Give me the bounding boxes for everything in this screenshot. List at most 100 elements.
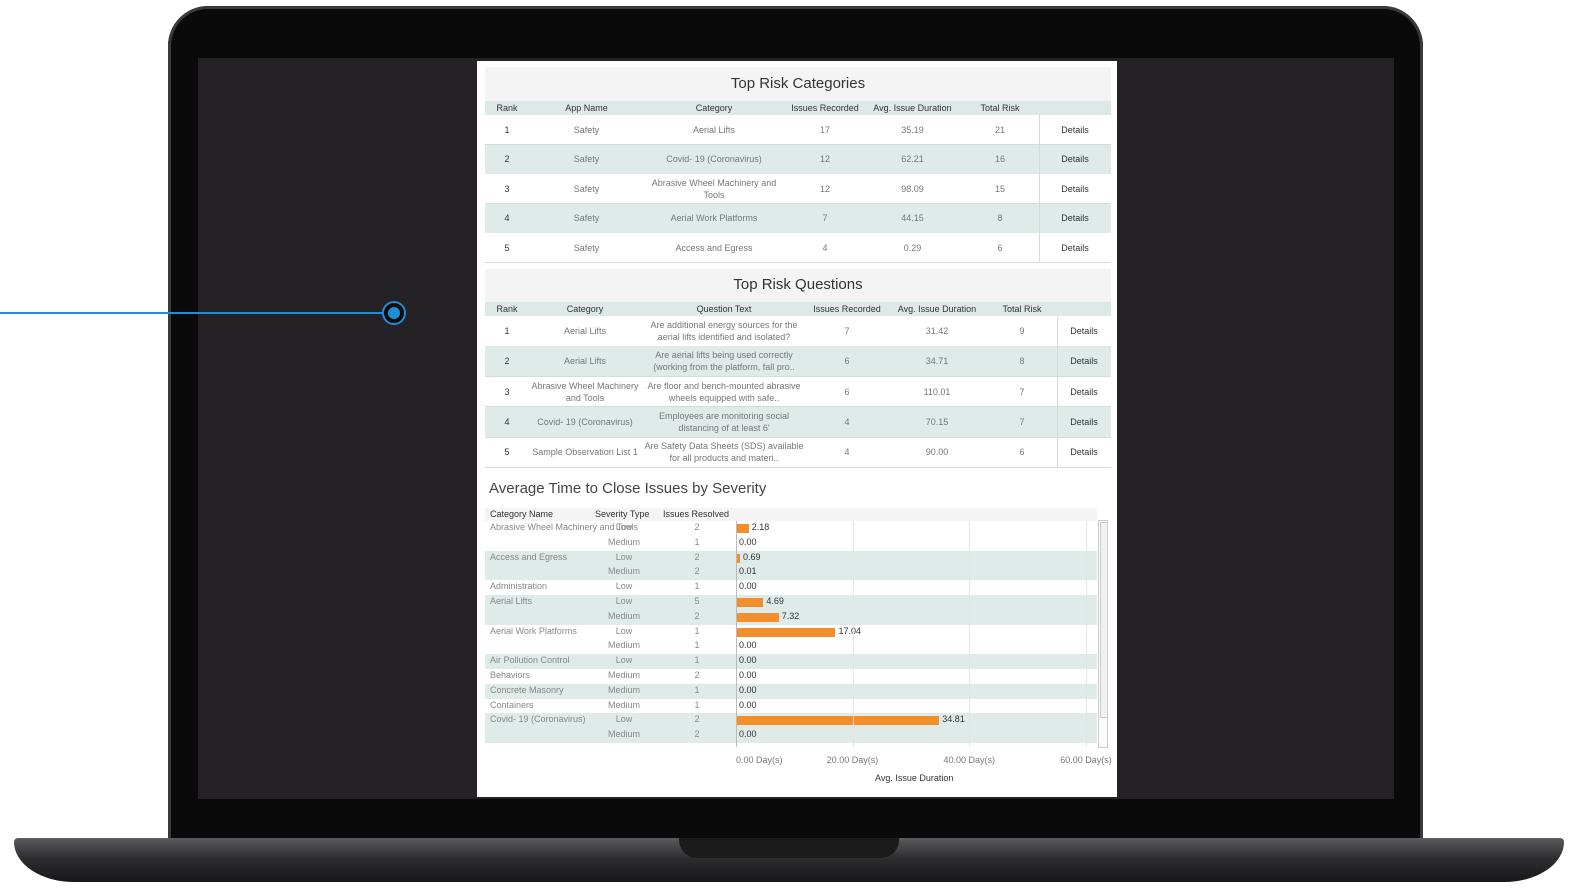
chart-row: Administration Low 1 0.00 (485, 580, 1097, 595)
callout-line (0, 312, 384, 314)
risk-questions-header: Rank Category Question Text Issues Recor… (485, 302, 1111, 316)
cell-rank: 1 (504, 325, 510, 336)
issues-resolved: 2 (694, 522, 700, 532)
chart-scrollbar[interactable] (1098, 520, 1108, 748)
chart-row: Medium 1 0.00 (485, 639, 1097, 654)
details-button[interactable]: Details (1039, 174, 1110, 204)
details-button[interactable]: Details (1057, 437, 1110, 468)
issues-resolved: 2 (694, 551, 700, 562)
data-label: 0.00 (739, 729, 757, 740)
issues-resolved: 1 (694, 684, 700, 695)
chart-row: Concrete Masonry Medium 1 0.00 (485, 683, 1097, 699)
cell-issues: 4 (822, 242, 828, 253)
gridline (1086, 521, 1088, 747)
data-label: 0.01 (739, 566, 757, 577)
scrollbar-thumb[interactable] (1100, 522, 1108, 718)
laptop-notch (679, 838, 899, 858)
details-button[interactable]: Details (1039, 144, 1110, 174)
category-name: Concrete Masonry (490, 684, 564, 695)
cell-category: Covid- 19 (Coronavirus) (537, 416, 633, 427)
cell-app: Safety (573, 242, 600, 253)
cell-question: Employees are monitoring social distanci… (658, 410, 790, 433)
issues-resolved: 1 (694, 699, 700, 710)
col-rank: Rank (496, 304, 518, 314)
cell-duration: 98.09 (901, 183, 924, 194)
data-label: 0.69 (743, 551, 761, 562)
cell-app: Safety (573, 213, 600, 224)
cell-rank: 4 (504, 416, 510, 427)
details-button[interactable]: Details (1039, 233, 1110, 263)
data-label: 0.00 (739, 581, 757, 592)
cell-category: Aerial Work Platforms (670, 213, 758, 224)
details-button[interactable]: Details (1039, 115, 1110, 144)
data-label: 0.00 (739, 670, 757, 680)
bar (736, 612, 779, 622)
cell-duration: 0.29 (903, 242, 922, 253)
x-tick-label: 20.00 Day(s) (826, 755, 879, 765)
issues-resolved: 1 (694, 625, 700, 636)
severity-type: Low (615, 581, 633, 592)
table-row: 3 Abrasive Wheel Machinery and Tools Are f… (485, 376, 1111, 408)
cell-rank: 2 (504, 154, 510, 165)
col-category: Category (566, 304, 604, 314)
chart-row: Abrasive Wheel Machinery and Tools Low 2 2.… (485, 521, 1097, 536)
severity-type: Medium (607, 536, 640, 547)
details-button[interactable]: Details (1057, 407, 1110, 437)
details-button[interactable]: Details (1057, 316, 1110, 346)
col-severity-type: Severity Type (595, 509, 650, 519)
cell-question: Are aerial lifts being used correctly (w… (653, 350, 795, 373)
chart-row: Medium 2 7.32 (485, 609, 1097, 625)
category-name: Aerial Lifts (490, 596, 533, 606)
cell-duration: 110.01 (923, 386, 951, 397)
col-avg-duration: Avg. Issue Duration (897, 304, 977, 314)
cell-risk: 6 (997, 242, 1003, 253)
cell-category: Sample Observation List 1 (532, 447, 638, 458)
chart-row: Aerial Lifts Low 5 4.69 (485, 595, 1097, 610)
cell-risk: 16 (994, 154, 1005, 165)
cell-category: Covid- 19 (Coronavirus) (666, 154, 762, 165)
cell-app: Safety (573, 124, 600, 135)
severity-chart-body: Abrasive Wheel Machinery and Tools Low 2 2.… (485, 521, 1097, 747)
issues-resolved: 5 (694, 596, 700, 606)
data-label: 0.00 (739, 699, 757, 710)
severity-type: Low (615, 551, 633, 562)
risk-categories-title: Top Risk Categories (730, 75, 866, 92)
severity-chart-title: Average Time to Close Issues by Severity (489, 480, 767, 497)
issues-resolved: 1 (694, 581, 700, 592)
cell-question: Are additional energy sources for the ae… (650, 319, 798, 342)
details-button[interactable]: Details (1057, 376, 1110, 407)
risk-categories-panel: Top Risk Categories Rank App Name Catego… (485, 67, 1111, 264)
severity-type: Medium (607, 670, 640, 680)
chart-row: Containers Medium 1 0.00 (485, 699, 1097, 714)
cell-category: Aerial Lifts (563, 325, 607, 336)
severity-type: Medium (607, 640, 640, 651)
severity-type: Low (615, 625, 633, 636)
cell-question: Are Safety Data Sheets (SDS) available f… (644, 441, 804, 464)
severity-type: Low (615, 714, 633, 725)
x-axis-title: Avg. Issue Duration (875, 773, 954, 783)
details-button[interactable]: Details (1057, 346, 1110, 376)
cell-risk: 9 (1019, 325, 1025, 336)
cell-issues: 4 (844, 447, 850, 458)
table-row: 3 Safety Abrasive Wheel Machinery and Tool… (485, 174, 1111, 205)
issues-resolved: 2 (694, 670, 700, 680)
col-total-risk: Total Risk (980, 103, 1020, 113)
severity-type: Medium (607, 566, 640, 577)
cell-duration: 44.15 (901, 213, 924, 224)
details-button[interactable]: Details (1039, 203, 1110, 233)
cell-risk: 6 (1019, 447, 1025, 458)
bar (736, 627, 836, 637)
chart-row: Medium 2 0.00 (485, 728, 1097, 743)
table-row: 2 Aerial Lifts Are aerial lifts being used… (485, 346, 1111, 377)
cell-issues: 7 (822, 213, 828, 224)
cell-rank: 4 (504, 213, 510, 224)
cell-rank: 2 (504, 356, 510, 367)
data-label: 0.00 (739, 655, 757, 666)
col-category-name: Category Name (490, 509, 554, 519)
cell-risk: 7 (1019, 416, 1025, 427)
cell-category: Abrasive Wheel Machinery and Tools (531, 380, 639, 403)
data-label: 2.18 (751, 522, 770, 532)
col-issues-resolved: Issues Resolved (663, 509, 730, 519)
data-label: 17.04 (838, 625, 861, 636)
category-name: Aerial Work Platforms (490, 625, 577, 636)
